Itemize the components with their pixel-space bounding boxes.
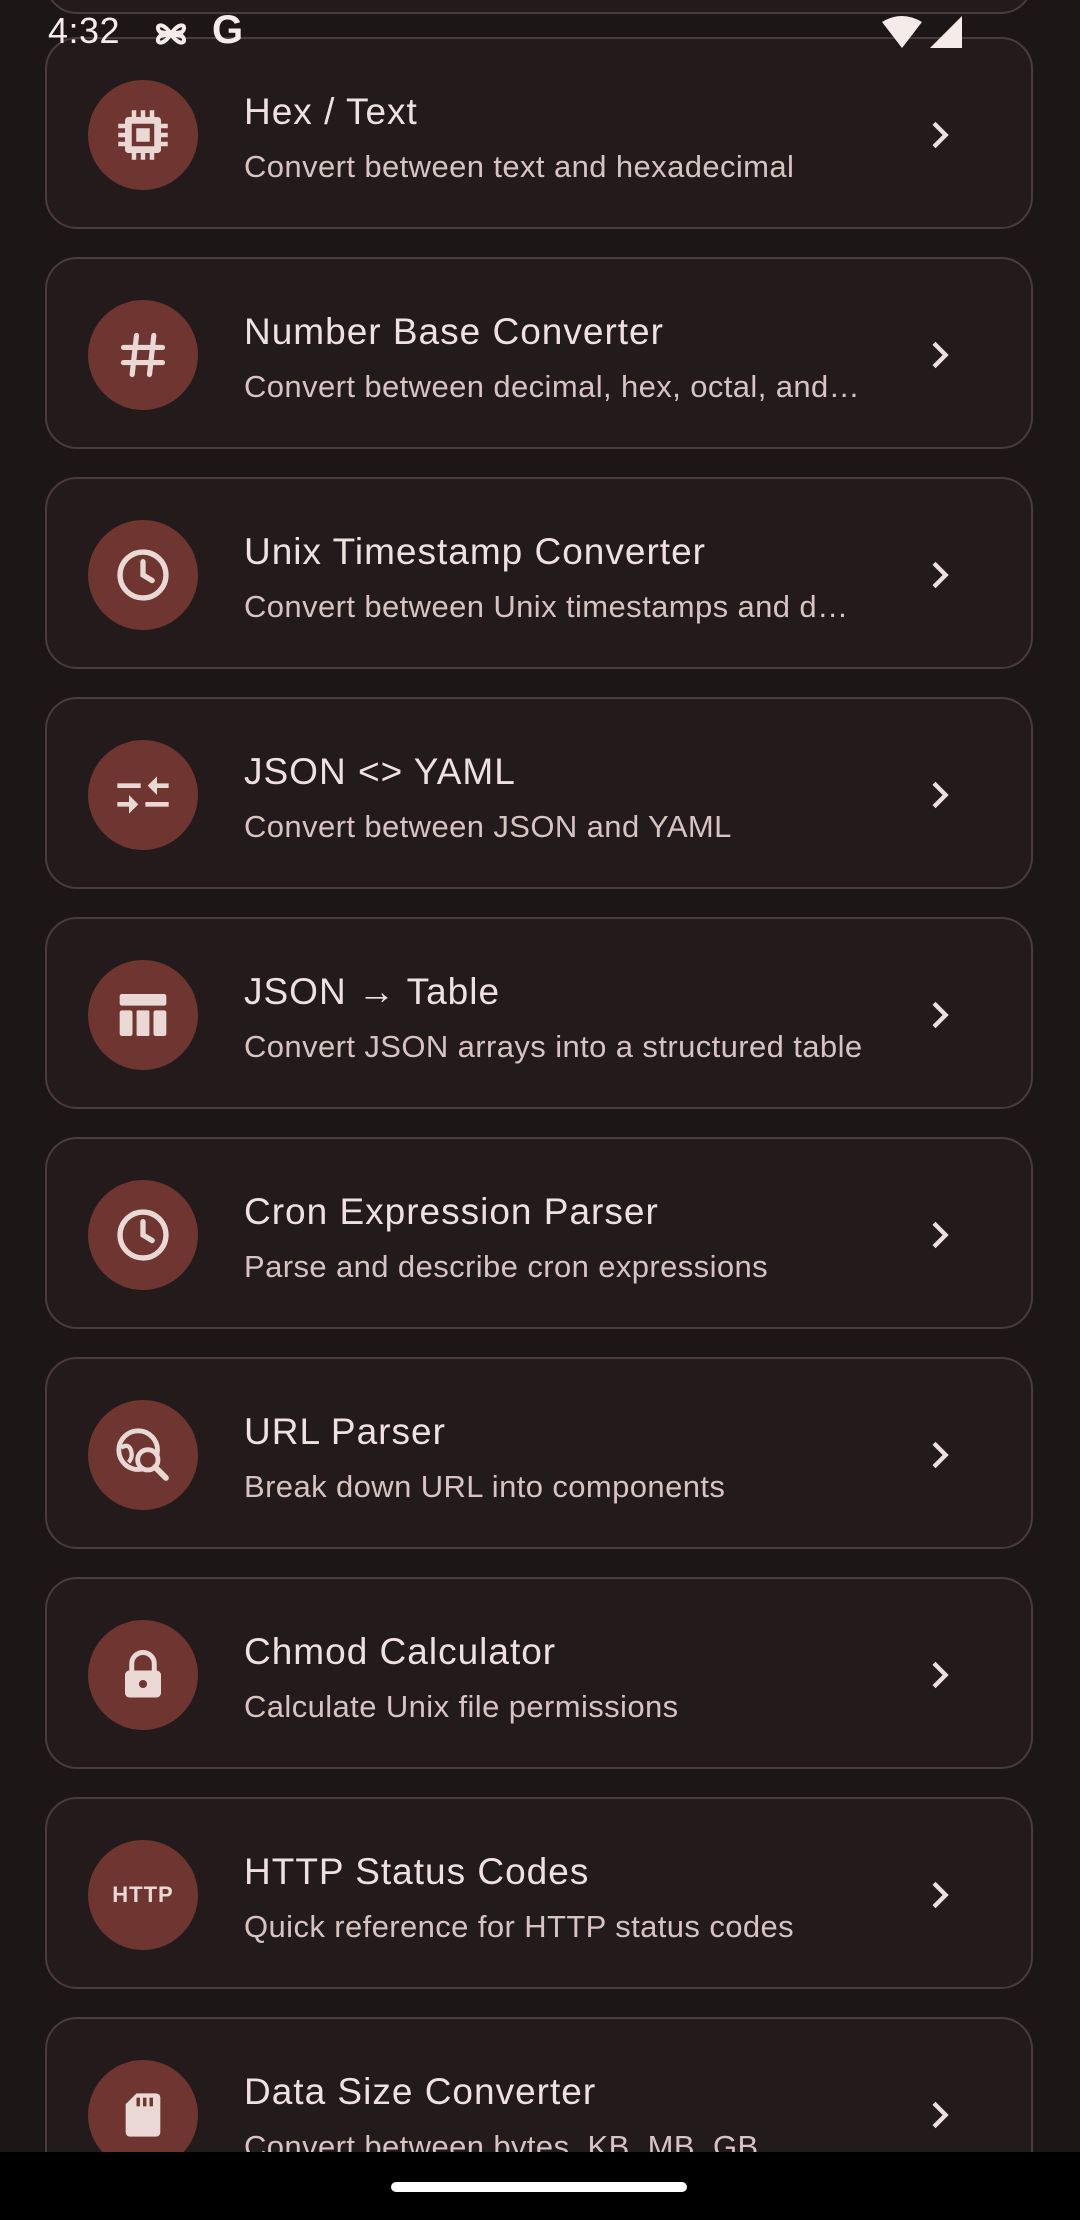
tool-subtitle: Break down URL into components: [244, 1469, 726, 1504]
tool-subtitle: Convert between text and hexadecimal: [244, 149, 795, 184]
tool-icon-circle: [88, 1180, 198, 1290]
tool-card-hex-text[interactable]: Hex / Text Convert between text and hexa…: [45, 37, 1033, 229]
chevron-right-icon: [932, 1441, 949, 1469]
chevron-right-icon: [932, 561, 949, 589]
tool-subtitle: Convert between decimal, hex, octal, and…: [244, 369, 864, 404]
tool-title: JSON → Table: [244, 971, 501, 1012]
tool-icon-circle: [88, 80, 198, 190]
tool-icon-circle: [88, 520, 198, 630]
swap-arrows-icon: [117, 776, 169, 814]
tool-title: JSON <> YAML: [244, 751, 516, 792]
tool-title: Data Size Converter: [244, 2071, 597, 2112]
chevron-right-icon: [932, 1001, 949, 1029]
tool-card-url-parser[interactable]: URL Parser Break down URL into component…: [45, 1357, 1033, 1549]
tool-card-json-yaml[interactable]: JSON <> YAML Convert between JSON and YA…: [45, 697, 1033, 889]
tool-card-http-status[interactable]: HTTP HTTP Status Codes Quick reference f…: [45, 1797, 1033, 1989]
chevron-right-icon: [932, 121, 949, 149]
chevron-right-icon: [932, 2101, 949, 2129]
chevron-right-icon: [932, 1221, 949, 1249]
http-icon: HTTP: [112, 1882, 174, 1907]
tool-subtitle: Calculate Unix file permissions: [244, 1689, 679, 1724]
memory-chip-icon: [118, 110, 168, 160]
chevron-right-icon: [932, 1661, 949, 1689]
tool-title: Chmod Calculator: [244, 1631, 557, 1672]
tool-title: Hex / Text: [244, 91, 418, 132]
tool-subtitle: Parse and describe cron expressions: [244, 1249, 769, 1284]
chevron-right-icon: [932, 1881, 949, 1909]
tool-subtitle: Quick reference for HTTP status codes: [244, 1909, 795, 1944]
tool-icon-circle: [88, 740, 198, 850]
tool-card-json-table[interactable]: JSON → Table Convert JSON arrays into a …: [45, 917, 1033, 1109]
tool-icon-circle: HTTP: [88, 1840, 198, 1950]
tool-icon-circle: [88, 960, 198, 1070]
tool-card-number-base[interactable]: Number Base Converter Convert between de…: [45, 257, 1033, 449]
tool-title: URL Parser: [244, 1411, 446, 1452]
tool-title: Number Base Converter: [244, 311, 664, 352]
tool-title: Cron Expression Parser: [244, 1191, 659, 1232]
tool-subtitle: Convert between Unix timestamps and date…: [244, 589, 864, 624]
globe-search-icon: [116, 1428, 169, 1481]
tool-title: HTTP Status Codes: [244, 1851, 590, 1892]
chevron-right-icon: [932, 781, 949, 809]
tool-subtitle: Convert JSON arrays into a structured ta…: [244, 1029, 863, 1064]
chevron-right-icon: [932, 341, 949, 369]
hash-icon: [120, 332, 166, 378]
table-icon: [119, 994, 167, 1036]
tool-card-chmod[interactable]: Chmod Calculator Calculate Unix file per…: [45, 1577, 1033, 1769]
tool-card-unix-timestamp[interactable]: Unix Timestamp Converter Convert between…: [45, 477, 1033, 669]
clock-icon: [117, 1209, 169, 1261]
tool-icon-circle: [88, 1620, 198, 1730]
sd-card-icon: [125, 2093, 161, 2137]
clock-icon: [117, 549, 169, 601]
tool-icon-circle: [88, 300, 198, 410]
tool-icon-circle: [88, 1400, 198, 1510]
tool-card-cron-parser[interactable]: Cron Expression Parser Parse and describ…: [45, 1137, 1033, 1329]
navigation-bar: [0, 2152, 1080, 2220]
home-gesture-handle[interactable]: [391, 2182, 687, 2192]
tool-subtitle: Convert between JSON and YAML: [244, 809, 732, 844]
tool-card-partial[interactable]: [45, 0, 1033, 14]
tool-title: Unix Timestamp Converter: [244, 531, 706, 572]
lock-icon: [125, 1650, 161, 1698]
